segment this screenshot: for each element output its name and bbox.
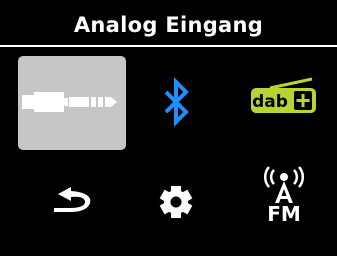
device-screen: Analog Eingang dab FM <box>0 0 337 256</box>
menu-item-settings[interactable] <box>124 156 232 250</box>
menu-item-dab[interactable]: dab <box>230 56 337 150</box>
bluetooth-icon <box>164 77 189 127</box>
svg-text:dab: dab <box>252 92 288 112</box>
dab-plus-icon: dab <box>251 77 316 113</box>
menu-item-bluetooth[interactable] <box>124 56 232 150</box>
menu-item-back[interactable] <box>18 156 126 250</box>
header-divider <box>0 45 337 47</box>
menu-item-analog-input[interactable] <box>18 56 126 150</box>
menu-item-fm[interactable]: FM <box>230 156 337 250</box>
page-title: Analog Eingang <box>73 13 264 37</box>
audio-jack-icon <box>22 92 117 112</box>
fm-label: FM <box>267 202 301 226</box>
gear-icon <box>159 186 193 218</box>
back-arrow-icon <box>54 187 91 212</box>
